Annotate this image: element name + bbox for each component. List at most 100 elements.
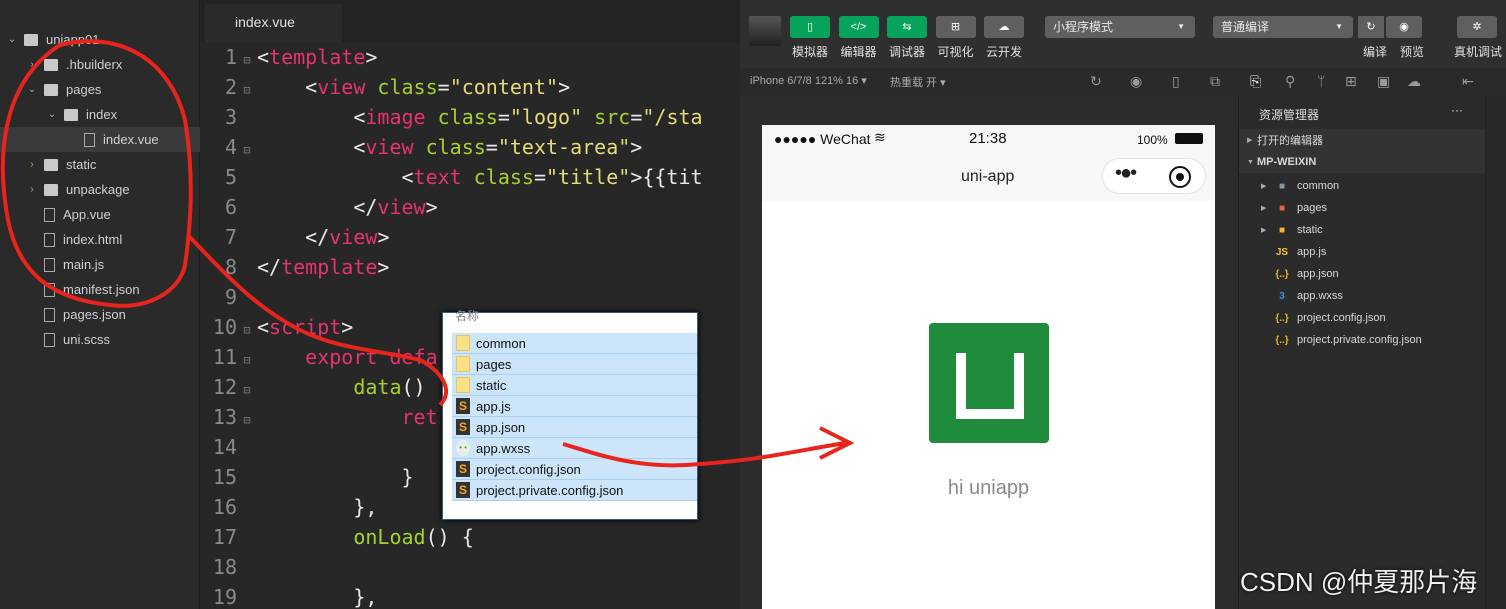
popup-file-row[interactable]: Sproject.config.json — [452, 459, 697, 480]
git-branch-icon[interactable]: ᛘ — [1317, 73, 1325, 89]
tree-item[interactable]: index.html — [0, 227, 200, 252]
tree-item[interactable]: uni.scss — [0, 327, 200, 352]
storage-icon[interactable]: ▣ — [1377, 73, 1390, 90]
sliders-toggle-button[interactable]: ⇆ — [887, 16, 927, 38]
popup-file-row[interactable]: pages — [452, 354, 697, 375]
layout-toggle-button[interactable]: ⊞ — [935, 16, 976, 38]
search-icon[interactable]: ⚲ — [1285, 73, 1295, 90]
code-line[interactable]: 3 <image class="logo" src="/sta — [201, 102, 740, 132]
code-line[interactable]: 19 }, — [201, 582, 740, 609]
tree-item[interactable]: › .hbuilderx — [0, 52, 200, 77]
popup-file-row[interactable]: static — [452, 375, 697, 396]
code-line[interactable]: 6 </view> — [201, 192, 740, 222]
explorer-item[interactable]: 3 app.wxss — [1239, 285, 1486, 307]
device-select[interactable]: iPhone 6/7/8 121% 16 ▾ — [750, 74, 867, 87]
battery-text: 100% — [1137, 133, 1168, 147]
close-miniprogram-icon[interactable] — [1169, 166, 1191, 188]
tree-item[interactable]: index.vue — [0, 127, 200, 152]
avatar[interactable] — [749, 16, 781, 46]
folder-icon — [44, 58, 58, 71]
explorer-item[interactable]: ▶ ■ common — [1239, 175, 1486, 197]
preview-button[interactable]: ◉ — [1386, 16, 1422, 38]
tree-item[interactable]: › unpackage — [0, 177, 200, 202]
code-token: "title" — [546, 165, 631, 189]
docker-icon[interactable]: ☁ — [1407, 73, 1421, 90]
popup-file-label: common — [476, 335, 526, 351]
code-line[interactable]: 5 <text class="title">{{tit — [201, 162, 740, 192]
stop-icon[interactable]: ◉ — [1130, 73, 1142, 90]
popup-file-row[interactable]: Sapp.js — [452, 396, 697, 417]
popup-file-row[interactable]: common — [452, 333, 697, 354]
remote-debug-button[interactable]: ✲ — [1457, 16, 1497, 38]
code-line[interactable]: 4 ⊟ <view class="text-area"> — [201, 132, 740, 162]
extensions-icon[interactable]: ⊞ — [1345, 73, 1357, 90]
popup-file-row[interactable]: Sapp.json — [452, 417, 697, 438]
phone-toggle-button[interactable]: ▯ — [790, 16, 830, 38]
explorer-item-label: app.json — [1297, 268, 1339, 280]
phone-icon[interactable]: ▯ — [1172, 73, 1180, 90]
fold-icon[interactable]: ⊟ — [237, 75, 257, 105]
explorer-item[interactable]: {..} app.json — [1239, 263, 1486, 285]
explorer-item[interactable]: JS app.js — [1239, 241, 1486, 263]
capsule-menu[interactable]: •●• — [1102, 158, 1206, 194]
code-line[interactable]: 7 </view> — [201, 222, 740, 252]
fold-icon[interactable]: ⊟ — [237, 135, 257, 165]
compile-select[interactable]: 普通编译 ▼ — [1213, 16, 1353, 38]
code-line[interactable]: 2 ⊟ <view class="content"> — [201, 72, 740, 102]
popout-icon[interactable]: ⧉ — [1210, 73, 1220, 90]
tree-item[interactable]: main.js — [0, 252, 200, 277]
explorer-item-label: common — [1297, 180, 1340, 192]
code-token: class — [425, 105, 498, 129]
tree-item[interactable]: ⌄ index — [0, 102, 200, 127]
project-section[interactable]: ▼ MP-WEIXIN — [1239, 151, 1486, 173]
fold-icon[interactable]: ⊟ — [237, 45, 257, 75]
explorer-item-label: project.private.config.json — [1297, 334, 1422, 346]
tree-item[interactable]: ⌄ pages — [0, 77, 200, 102]
fold-icon[interactable]: ⊟ — [237, 345, 257, 375]
code-line[interactable]: 17 onLoad() { — [201, 522, 740, 552]
cloud-toggle-button[interactable]: ☁ — [984, 16, 1024, 38]
explorer-item[interactable]: {..} project.config.json — [1239, 307, 1486, 329]
code-token: onLoad — [353, 525, 426, 549]
tree-item[interactable]: pages.json — [0, 302, 200, 327]
tree-item[interactable]: App.vue — [0, 202, 200, 227]
phone-screen: ●●●●● WeChat ≋ 21:38 100% uni-app •●• hi… — [762, 125, 1215, 609]
code-line[interactable]: 1 ⊟ <template> — [201, 42, 740, 72]
code-token: view — [365, 135, 414, 159]
fold-icon[interactable]: ⊟ — [237, 405, 257, 435]
code-toggle-button[interactable]: </> — [838, 16, 879, 38]
code-token: > — [365, 45, 378, 69]
tree-item[interactable]: ⌄ uniapp01 — [0, 27, 200, 52]
project-icon — [24, 33, 38, 46]
tree-item[interactable]: manifest.json — [0, 277, 200, 302]
compile-button[interactable]: ↻ — [1358, 16, 1384, 38]
fold-icon[interactable]: ⊟ — [237, 315, 257, 345]
bug-icon: ✲ — [1472, 21, 1482, 33]
line-number: 11 — [212, 345, 237, 369]
popup-file-row[interactable]: • • app.wxss — [452, 438, 697, 459]
collapse-panel-icon[interactable]: ⇤ — [1462, 73, 1474, 90]
simulator-subbar: iPhone 6/7/8 121% 16 ▾ 热重载 开 ▾ ↻ ◉ ▯ ⧉ ⎘… — [740, 68, 1506, 95]
more-icon[interactable]: •●• — [1115, 162, 1137, 185]
code-line[interactable]: 18 — [201, 552, 740, 582]
rotate-icon[interactable]: ↻ — [1090, 73, 1102, 90]
explorer-item[interactable]: ▶ ■ pages — [1239, 197, 1486, 219]
open-editors-section[interactable]: ▶ 打开的编辑器 — [1239, 129, 1486, 151]
tab-index-vue[interactable]: index.vue — [205, 4, 342, 42]
line-number: 8 — [224, 255, 237, 279]
sliders-icon: ⇆ — [902, 21, 912, 33]
css-icon: 3 — [1279, 290, 1285, 302]
code-line[interactable]: 8 </template> — [201, 252, 740, 282]
code-token: () { — [425, 525, 474, 549]
tree-item[interactable]: › static — [0, 152, 200, 177]
more-actions-icon[interactable]: ··· — [1451, 103, 1463, 117]
fold-icon[interactable]: ⊟ — [237, 375, 257, 405]
files-icon[interactable]: ⎘ — [1250, 73, 1261, 90]
popup-file-row[interactable]: Sproject.private.config.json — [452, 480, 697, 501]
explorer-item[interactable]: ▶ ■ static — [1239, 219, 1486, 241]
code-token: > — [377, 255, 390, 279]
hot-reload-toggle[interactable]: 热重载 开 ▾ — [890, 74, 946, 90]
mode-select[interactable]: 小程序模式 ▼ — [1045, 16, 1195, 38]
explorer-item[interactable]: {..} project.private.config.json — [1239, 329, 1486, 351]
